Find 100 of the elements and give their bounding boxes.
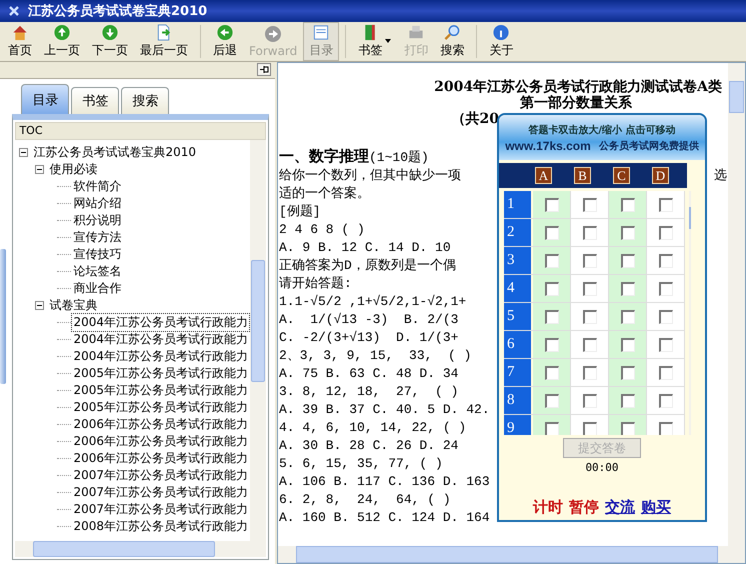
toolbar-button[interactable]: 最后一页	[134, 22, 194, 61]
tree-item[interactable]: 2004年江苏公务员考试行政能力	[71, 330, 250, 349]
tree-item[interactable]: 2005年江苏公务员考试行政能力	[71, 398, 250, 417]
question-number: 6	[504, 331, 531, 358]
collapse-icon[interactable]	[35, 301, 44, 310]
answer-checkbox[interactable]	[658, 226, 672, 240]
collapse-icon[interactable]	[35, 165, 44, 174]
answer-checkbox[interactable]	[582, 310, 596, 324]
answer-checkbox[interactable]	[620, 366, 634, 380]
toolbar-button[interactable]: 关于	[483, 22, 520, 61]
tree-item[interactable]: 商业合作	[71, 279, 124, 298]
answer-checkbox[interactable]	[620, 254, 634, 268]
answer-checkbox[interactable]	[544, 198, 558, 212]
tree-item[interactable]: 使用必读	[47, 160, 100, 179]
answer-checkbox[interactable]	[582, 366, 596, 380]
collapse-icon[interactable]	[19, 148, 28, 157]
tree-item[interactable]: 2005年江苏公务员考试行政能力	[71, 364, 250, 383]
answer-checkbox[interactable]	[620, 422, 634, 435]
card-link[interactable]: 计时	[533, 498, 563, 517]
toolbar-button[interactable]: 书签	[352, 22, 388, 61]
sidebar-tab[interactable]: 目录	[21, 84, 70, 114]
answer-checkbox[interactable]	[620, 310, 634, 324]
pin-button[interactable]	[257, 63, 271, 76]
tree-item[interactable]: 2007年江苏公务员考试行政能力	[71, 466, 250, 485]
tree-item[interactable]: 论坛签名	[71, 262, 124, 281]
question-number: 4	[504, 275, 531, 302]
scrollbar[interactable]	[15, 541, 266, 557]
toolbar-button[interactable]: 首页	[2, 22, 38, 61]
toolbar-button[interactable]: 搜索	[434, 22, 470, 61]
card-link[interactable]: 交流	[605, 498, 635, 517]
answer-checkbox[interactable]	[582, 394, 596, 408]
card-link[interactable]: 购买	[641, 498, 671, 517]
question-number: 7	[504, 359, 531, 386]
answer-checkbox[interactable]	[544, 226, 558, 240]
splitter-handle[interactable]	[0, 249, 6, 384]
tree-item[interactable]: 软件简介	[71, 177, 124, 196]
tree-item[interactable]: 2006年江苏公务员考试行政能力	[71, 449, 250, 468]
answer-checkbox[interactable]	[582, 254, 596, 268]
answer-checkbox[interactable]	[658, 310, 672, 324]
answer-checkbox[interactable]	[658, 338, 672, 352]
scrollbar[interactable]	[278, 546, 745, 563]
tree-item[interactable]: 2005年江苏公务员考试行政能力	[71, 381, 250, 400]
answer-checkbox[interactable]	[658, 282, 672, 296]
tree-item[interactable]: 宣传方法	[71, 228, 124, 247]
toolbar-button[interactable]: 上一页	[38, 22, 86, 61]
tree-item[interactable]: 积分说明	[71, 211, 124, 230]
tree-item[interactable]: 2004年江苏公务员考试行政能力	[71, 313, 250, 332]
document-text: 1.1-√5/2 ,1+√5/2,1-√2,1+	[279, 293, 466, 311]
answer-checkbox[interactable]	[658, 394, 672, 408]
answer-checkbox[interactable]	[658, 366, 672, 380]
answer-checkbox[interactable]	[620, 338, 634, 352]
toolbar-button[interactable]: 后退	[207, 22, 243, 61]
answer-checkbox[interactable]	[582, 226, 596, 240]
app-icon	[8, 5, 20, 17]
card-hint: 答题卡双击放大/缩小 点击可移动	[528, 124, 676, 136]
answer-checkbox[interactable]	[544, 394, 558, 408]
document-text: 正确答案为D，原数列是一个偶	[279, 257, 456, 275]
answer-checkbox[interactable]	[544, 282, 558, 296]
document-text: 请开始答题:	[279, 275, 352, 293]
answer-checkbox[interactable]	[582, 338, 596, 352]
back-icon	[216, 24, 234, 41]
answer-checkbox[interactable]	[544, 338, 558, 352]
scrollbar[interactable]	[250, 140, 266, 541]
answer-checkbox[interactable]	[544, 254, 558, 268]
answer-checkbox[interactable]	[582, 282, 596, 296]
question-number: 8	[504, 387, 531, 414]
document-text: A. 106 B. 117 C. 136 D. 163	[279, 473, 490, 491]
toolbar-button[interactable]: 下一页	[86, 22, 134, 61]
answer-checkbox[interactable]	[544, 422, 558, 435]
answer-checkbox[interactable]	[658, 254, 672, 268]
answer-checkbox[interactable]	[620, 198, 634, 212]
answer-checkbox[interactable]	[544, 366, 558, 380]
tree-item[interactable]: 2006年江苏公务员考试行政能力	[71, 432, 250, 451]
document-title: 2004年江苏公务员考试行政能力测试试卷A类	[434, 79, 722, 95]
answer-checkbox[interactable]	[658, 422, 672, 435]
tree-item[interactable]: 网站介绍	[71, 194, 124, 213]
tree-item[interactable]: 江苏公务员考试试卷宝典2010	[31, 143, 198, 162]
print-icon	[407, 24, 426, 41]
answer-checkbox[interactable]	[658, 198, 672, 212]
answer-checkbox[interactable]	[620, 282, 634, 296]
sidebar-tab[interactable]: 书签	[71, 87, 120, 114]
tree-item[interactable]: 2004年江苏公务员考试行政能力	[71, 347, 250, 366]
tree-item[interactable]: 2007年江苏公务员考试行政能力	[71, 483, 250, 502]
tree-item[interactable]: 试卷宝典	[47, 296, 100, 315]
card-link[interactable]: 暂停	[569, 498, 599, 517]
document-text: 选	[714, 167, 728, 185]
tree-item[interactable]: 2008年江苏公务员考试行政能力	[71, 517, 250, 536]
answer-checkbox[interactable]	[620, 394, 634, 408]
tree-item[interactable]: 2006年江苏公务员考试行政能力	[71, 415, 250, 434]
tree-item[interactable]: 2007年江苏公务员考试行政能力	[71, 500, 250, 519]
tree-item[interactable]: 宣传技巧	[71, 245, 124, 264]
answer-checkbox[interactable]	[582, 422, 596, 435]
scrollbar[interactable]	[728, 63, 745, 546]
option-letter: B	[574, 167, 591, 184]
answer-checkbox[interactable]	[544, 310, 558, 324]
question-number: 3	[504, 247, 531, 274]
document-text: 3. 8, 12, 18, 27, ( )	[279, 383, 458, 401]
answer-checkbox[interactable]	[582, 198, 596, 212]
sidebar-tab[interactable]: 搜索	[121, 87, 170, 114]
answer-checkbox[interactable]	[620, 226, 634, 240]
